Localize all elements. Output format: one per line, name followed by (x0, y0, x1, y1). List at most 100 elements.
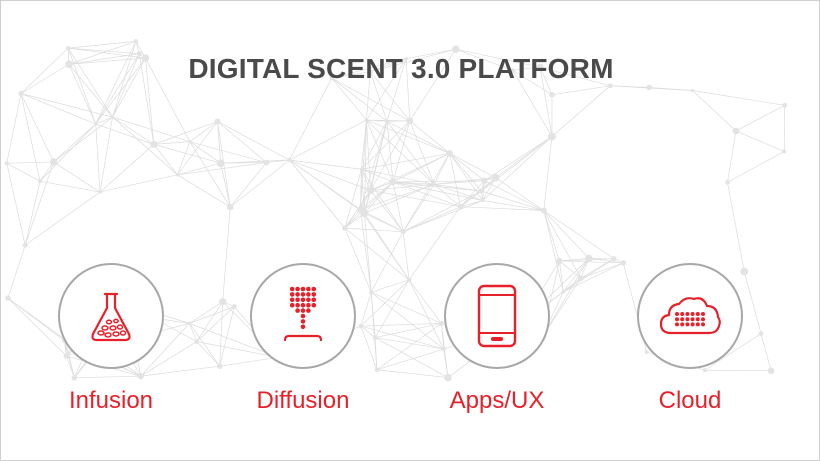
network-node (133, 39, 139, 44)
network-node (690, 88, 695, 93)
network-line (53, 123, 96, 163)
network-line (6, 163, 26, 246)
network-line (433, 153, 450, 185)
network-node (400, 229, 406, 235)
network-line (230, 159, 290, 208)
network-line (99, 174, 178, 193)
diffuser-dot (289, 286, 295, 292)
cloud-dot (675, 317, 679, 322)
network-line (189, 141, 231, 208)
diffuser-dot (306, 286, 311, 292)
diffuser-dot (300, 297, 306, 303)
network-line (99, 117, 113, 193)
cloud-dot (685, 312, 690, 316)
network-line (6, 161, 54, 164)
network-line (649, 87, 693, 91)
pillar-infusion-circle (58, 263, 164, 369)
network-line (20, 93, 41, 182)
network-line (112, 116, 154, 145)
diffuser-dot (311, 302, 317, 308)
network-node (549, 91, 555, 98)
pillar-cloud-circle (637, 263, 743, 369)
network-line (727, 130, 737, 183)
network-line (495, 177, 545, 211)
network-line (460, 180, 485, 207)
network-line (481, 190, 544, 211)
smartphone-icon (477, 284, 517, 348)
network-node (457, 204, 464, 210)
network-node (432, 182, 436, 187)
network-line (217, 121, 290, 161)
network-line (7, 245, 26, 299)
cloud-dot (680, 322, 685, 327)
cloud-dot (690, 317, 695, 322)
network-node (540, 207, 547, 214)
pillar-diffusion: Diffusion (218, 263, 388, 415)
diffuser-dot (306, 302, 311, 308)
network-node (287, 158, 292, 163)
network-node (22, 242, 28, 248)
network-line (177, 174, 231, 208)
network-line (543, 136, 553, 211)
network-line (727, 151, 785, 183)
cloud-dot (680, 312, 685, 316)
network-line (481, 136, 553, 192)
network-line (449, 153, 482, 192)
network-node (226, 203, 234, 211)
network-line (112, 116, 178, 176)
network-node (38, 179, 43, 184)
network-node (175, 173, 180, 177)
network-line (344, 169, 362, 229)
cloud-dot (675, 312, 679, 316)
network-line (543, 210, 615, 259)
network-line (20, 93, 54, 163)
network-line (403, 200, 483, 232)
network-node (94, 122, 98, 126)
network-line (289, 77, 333, 161)
diffuser-dot (311, 286, 317, 292)
cloud-dot (690, 322, 695, 327)
slide-title: DIGITAL SCENT 3.0 PLATFORM (188, 53, 614, 84)
network-line (177, 141, 191, 175)
cloud-dot (701, 322, 705, 327)
network-line (229, 162, 267, 208)
network-line (39, 123, 96, 182)
diffuser-icon (283, 286, 323, 342)
network-node (110, 115, 115, 119)
network-node (732, 127, 740, 135)
diffuser-dot (300, 292, 306, 297)
network-line (24, 161, 54, 246)
pillar-apps-ux: Apps/UX (412, 263, 582, 415)
network-node (49, 158, 58, 166)
network-node (366, 186, 375, 195)
network-node (491, 173, 500, 182)
network-node (611, 256, 617, 262)
network-line (449, 153, 485, 181)
diffuser-dot (306, 297, 311, 303)
network-node (150, 140, 158, 148)
pillar-diffusion-circle (250, 263, 356, 369)
cloud-dot (701, 312, 705, 316)
network-node (782, 149, 787, 154)
pillar-diffusion-label: Diffusion (256, 387, 350, 414)
network-line (189, 141, 267, 163)
diffuser-dot (300, 313, 306, 319)
network-node (481, 198, 485, 203)
diffuser-dot (289, 302, 295, 308)
diffuser-dot (295, 308, 300, 313)
cloud-dot (685, 317, 690, 322)
diffuser-dot (300, 324, 306, 330)
diffuser-dot (295, 302, 300, 308)
pillar-cloud-label: Cloud (658, 387, 722, 414)
network-line (449, 153, 496, 178)
network-line (386, 121, 435, 185)
network-node (385, 119, 389, 123)
network-line (220, 163, 231, 208)
network-node (646, 84, 653, 91)
network-line (24, 191, 101, 246)
network-line (484, 180, 544, 211)
network-line (482, 136, 553, 201)
network-node (98, 190, 102, 194)
network-line (6, 93, 22, 164)
network-line (153, 144, 178, 176)
